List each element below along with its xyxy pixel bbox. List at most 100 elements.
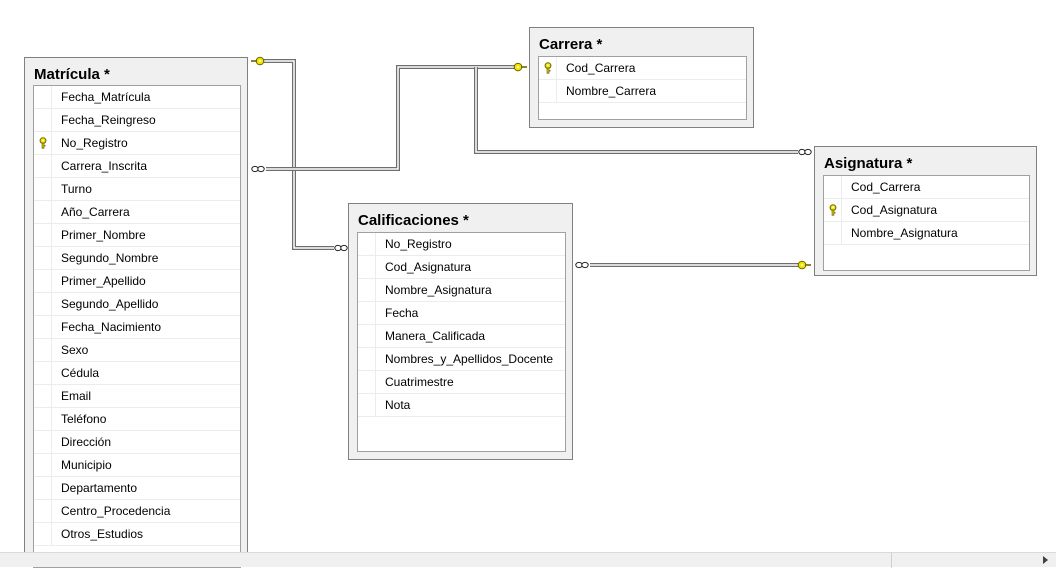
primary-key-icon (39, 137, 47, 149)
row-selector[interactable] (34, 500, 52, 522)
column-row[interactable]: Nota (358, 394, 565, 417)
diagram-canvas[interactable]: Matrícula * Fecha_Matrícula Fecha_Reingres… (0, 0, 1056, 568)
scroll-right-arrow-icon[interactable] (1043, 556, 1048, 564)
column-row[interactable]: Manera_Calificada (358, 325, 565, 348)
row-selector[interactable] (34, 109, 52, 131)
column-row[interactable]: Sexo (34, 339, 240, 362)
row-selector[interactable] (34, 362, 52, 384)
row-selector[interactable] (358, 233, 376, 255)
table-matricula[interactable]: Matrícula * Fecha_Matrícula Fecha_Reingres… (24, 57, 248, 568)
row-selector[interactable] (358, 256, 376, 278)
column-name: Nombres_y_Apellidos_Docente (385, 352, 554, 366)
column-row[interactable]: Cod_Asignatura (358, 256, 565, 279)
column-row[interactable]: Dirección (34, 431, 240, 454)
row-selector[interactable] (34, 86, 52, 108)
column-row[interactable]: Turno (34, 178, 240, 201)
column-name: Año_Carrera (61, 205, 130, 219)
horizontal-scrollbar[interactable] (0, 552, 1056, 568)
infinity-endpoint-icon (575, 261, 589, 269)
key-endpoint-icon (513, 62, 527, 72)
row-selector[interactable] (824, 176, 842, 198)
column-row[interactable]: Carrera_Inscrita (34, 155, 240, 178)
row-selector[interactable] (358, 325, 376, 347)
row-selector[interactable] (34, 178, 52, 200)
column-name: Email (61, 389, 92, 403)
column-row[interactable]: Cod_Carrera (824, 176, 1029, 199)
column-row[interactable]: Otros_Estudios (34, 523, 240, 546)
table-title: Carrera * (539, 36, 603, 53)
row-selector[interactable] (824, 199, 842, 221)
column-row[interactable]: Nombre_Asignatura (824, 222, 1029, 245)
row-selector[interactable] (34, 155, 52, 177)
row-selector[interactable] (34, 477, 52, 499)
row-selector[interactable] (34, 247, 52, 269)
row-selector[interactable] (34, 224, 52, 246)
column-row[interactable]: Centro_Procedencia (34, 500, 240, 523)
relationship-line-inner (266, 66, 518, 170)
row-selector[interactable] (358, 279, 376, 301)
column-row[interactable]: Nombre_Asignatura (358, 279, 565, 302)
column-row[interactable]: Fecha_Matrícula (34, 86, 240, 109)
column-row[interactable]: Teléfono (34, 408, 240, 431)
table-title: Matrícula * (34, 66, 110, 83)
row-selector[interactable] (34, 523, 52, 545)
relationship-line[interactable] (263, 59, 334, 250)
key-endpoint-icon (797, 260, 811, 270)
column-name: Segundo_Apellido (61, 297, 159, 311)
column-row[interactable]: Nombres_y_Apellidos_Docente (358, 348, 565, 371)
scrollbar-thumb[interactable] (0, 555, 888, 565)
column-name: Manera_Calificada (385, 329, 486, 343)
column-row[interactable]: Año_Carrera (34, 201, 240, 224)
column-row[interactable]: Segundo_Nombre (34, 247, 240, 270)
row-selector[interactable] (358, 302, 376, 324)
relationship-line[interactable] (266, 65, 518, 171)
scrollbar-divider (891, 553, 892, 568)
column-row[interactable]: No_Registro (358, 233, 565, 256)
column-name: Fecha (385, 306, 419, 320)
column-row[interactable]: Cédula (34, 362, 240, 385)
column-row[interactable]: Fecha (358, 302, 565, 325)
row-selector[interactable] (34, 316, 52, 338)
row-selector[interactable] (34, 132, 52, 154)
row-selector[interactable] (34, 385, 52, 407)
row-selector[interactable] (34, 201, 52, 223)
row-selector[interactable] (34, 293, 52, 315)
column-row[interactable]: Nombre_Carrera (539, 80, 746, 103)
column-row[interactable]: Email (34, 385, 240, 408)
row-selector[interactable] (358, 394, 376, 416)
row-selector[interactable] (34, 454, 52, 476)
column-row[interactable]: Fecha_Nacimiento (34, 316, 240, 339)
column-row[interactable]: Fecha_Reingreso (34, 109, 240, 132)
column-name: Segundo_Nombre (61, 251, 159, 265)
column-name: Dirección (61, 435, 112, 449)
table-calificaciones[interactable]: Calificaciones * No_Registro Cod_Asignatur… (348, 203, 573, 460)
column-row[interactable]: Segundo_Apellido (34, 293, 240, 316)
column-name: No_Registro (385, 237, 452, 251)
column-row[interactable]: No_Registro (34, 132, 240, 155)
column-list: Cod_Carrera Cod_Asignatura Nombre_Asignatu… (823, 175, 1030, 271)
infinity-endpoint-icon (251, 165, 265, 173)
column-name: Fecha_Reingreso (61, 113, 156, 127)
row-selector[interactable] (824, 222, 842, 244)
row-selector[interactable] (34, 408, 52, 430)
column-row[interactable]: Cod_Carrera (539, 57, 746, 80)
table-asignatura[interactable]: Asignatura * Cod_Carrera Cod_Asignatura Nom… (814, 146, 1037, 276)
column-row[interactable]: Municipio (34, 454, 240, 477)
row-selector[interactable] (358, 371, 376, 393)
row-selector[interactable] (34, 270, 52, 292)
row-selector[interactable] (539, 80, 557, 102)
column-row[interactable]: Cod_Asignatura (824, 199, 1029, 222)
row-selector[interactable] (34, 339, 52, 361)
column-row[interactable]: Primer_Nombre (34, 224, 240, 247)
table-carrera[interactable]: Carrera * Cod_Carrera Nombre_Carrera (529, 27, 754, 128)
row-selector[interactable] (539, 57, 557, 79)
column-row[interactable]: Primer_Apellido (34, 270, 240, 293)
row-selector[interactable] (34, 431, 52, 453)
column-name: Primer_Nombre (61, 228, 146, 242)
column-row[interactable]: Cuatrimestre (358, 371, 565, 394)
column-name: Carrera_Inscrita (61, 159, 148, 173)
row-selector[interactable] (358, 348, 376, 370)
table-title: Asignatura * (824, 155, 913, 172)
column-row[interactable]: Departamento (34, 477, 240, 500)
column-list: No_Registro Cod_Asignatura Nombre_Asignatu… (357, 232, 566, 452)
